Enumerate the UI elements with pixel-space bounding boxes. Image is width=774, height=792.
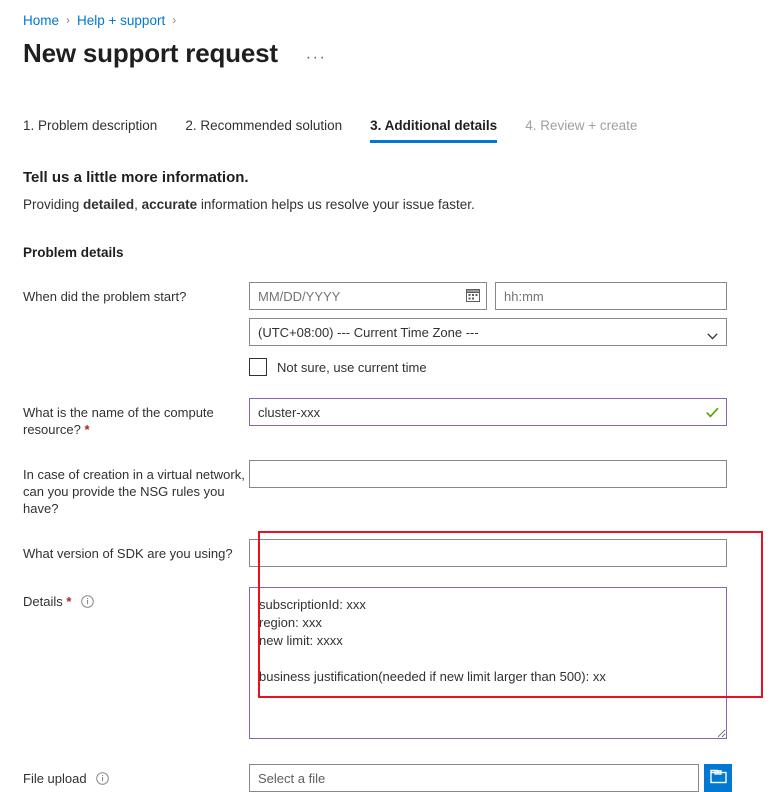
- label-nsg-rules: In case of creation in a virtual network…: [23, 460, 249, 517]
- page-title: New support request: [23, 38, 278, 69]
- info-icon[interactable]: [96, 772, 109, 785]
- timezone-select-wrapper: (UTC+08:00) --- Current Time Zone ---: [249, 318, 727, 346]
- label-compute-resource-text: What is the name of the compute resource…: [23, 405, 214, 437]
- required-asterisk: *: [84, 422, 89, 437]
- compute-resource-field-wrapper: [249, 398, 727, 426]
- label-sdk-version: What version of SDK are you using?: [23, 539, 249, 562]
- tab-additional-details[interactable]: 3. Additional details: [370, 118, 497, 143]
- label-compute-resource: What is the name of the compute resource…: [23, 398, 249, 438]
- form-row-file-upload: File upload Select a file: [0, 764, 774, 792]
- tab-review-create: 4. Review + create: [525, 118, 637, 143]
- form-row-nsg-rules: In case of creation in a virtual network…: [0, 460, 774, 517]
- breadcrumb-item-home[interactable]: Home: [23, 13, 59, 28]
- nsg-rules-input[interactable]: [249, 460, 727, 488]
- sdk-version-input[interactable]: [249, 539, 727, 567]
- info-icon[interactable]: [81, 595, 94, 608]
- problem-start-date-input[interactable]: [249, 282, 487, 310]
- tab-problem-description[interactable]: 1. Problem description: [23, 118, 157, 143]
- label-problem-start: When did the problem start?: [23, 282, 249, 305]
- form-row-compute-resource: What is the name of the compute resource…: [0, 398, 774, 438]
- intro-subtext: Providing detailed, accurate information…: [23, 197, 774, 212]
- not-sure-checkbox-label: Not sure, use current time: [277, 360, 427, 375]
- timezone-select[interactable]: (UTC+08:00) --- Current Time Zone ---: [249, 318, 727, 346]
- required-asterisk: *: [66, 594, 71, 609]
- page-title-row: New support request ···: [0, 30, 774, 69]
- not-sure-checkbox-row[interactable]: Not sure, use current time: [249, 358, 774, 376]
- folder-icon: [710, 769, 727, 787]
- compute-resource-input[interactable]: [249, 398, 727, 426]
- intro-block: Tell us a little more information. Provi…: [0, 143, 774, 212]
- intro-sub-mid: ,: [134, 197, 142, 212]
- label-details-text: Details: [23, 594, 63, 609]
- breadcrumb: Home › Help + support ›: [0, 0, 774, 30]
- file-upload-control: Select a file: [249, 764, 774, 792]
- intro-heading: Tell us a little more information.: [23, 169, 774, 186]
- intro-sub-suffix: information helps us resolve your issue …: [197, 197, 475, 212]
- intro-sub-bold-detailed: detailed: [83, 197, 134, 212]
- form-row-problem-start: When did the problem start?: [0, 282, 774, 376]
- wizard-tabs: 1. Problem description 2. Recommended so…: [0, 69, 774, 143]
- file-path-display[interactable]: Select a file: [249, 764, 699, 792]
- label-file-upload-text: File upload: [23, 771, 87, 786]
- file-browse-button[interactable]: [704, 764, 732, 792]
- form-row-details: Details *: [0, 587, 774, 742]
- breadcrumb-item-help-support[interactable]: Help + support: [77, 13, 165, 28]
- form-row-sdk-version: What version of SDK are you using?: [0, 539, 774, 567]
- section-heading-problem-details: Problem details: [0, 212, 774, 260]
- tab-recommended-solution[interactable]: 2. Recommended solution: [185, 118, 342, 143]
- intro-sub-prefix: Providing: [23, 197, 83, 212]
- problem-start-time-input[interactable]: [495, 282, 727, 310]
- chevron-right-icon: ›: [172, 13, 176, 27]
- more-options-button[interactable]: ···: [306, 49, 326, 67]
- chevron-right-icon: ›: [66, 13, 70, 27]
- intro-sub-bold-accurate: accurate: [142, 197, 198, 212]
- date-field-wrapper: [249, 282, 487, 310]
- details-textarea[interactable]: [249, 587, 727, 739]
- label-file-upload: File upload: [23, 764, 249, 787]
- label-details: Details *: [23, 587, 249, 610]
- additional-details-form: When did the problem start?: [0, 260, 774, 792]
- not-sure-checkbox[interactable]: [249, 358, 267, 376]
